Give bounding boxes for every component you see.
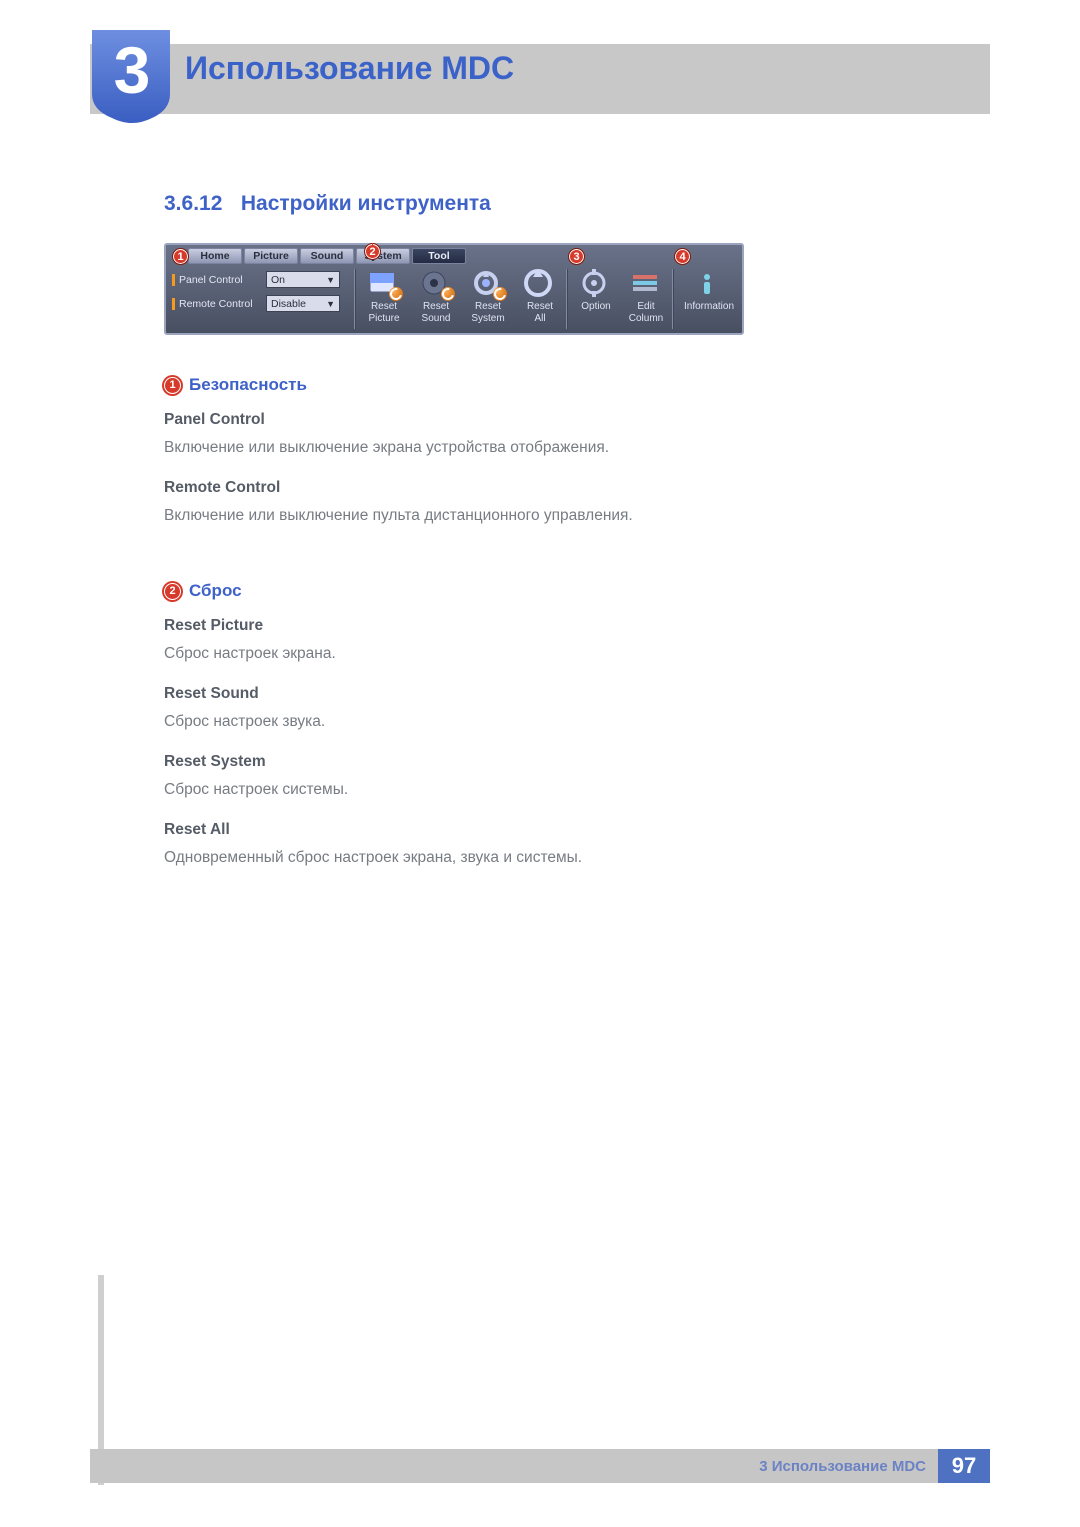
panel-control-row: Panel Control On ▼ xyxy=(172,271,340,288)
item-remote-control-desc: Включение или выключение пульта дистанци… xyxy=(164,507,864,525)
caption: Reset xyxy=(527,301,553,312)
edit-column-button[interactable]: EditColumn xyxy=(622,269,670,324)
chevron-down-icon: ▼ xyxy=(326,299,335,309)
information-button[interactable]: Information xyxy=(678,269,740,313)
chevron-down-icon: ▼ xyxy=(326,275,335,285)
section-title: Настройки инструмента xyxy=(241,192,491,215)
tab-tool[interactable]: Tool xyxy=(412,248,466,264)
caption: Reset xyxy=(475,301,501,312)
panel-control-select[interactable]: On ▼ xyxy=(266,271,340,288)
item-reset-sound-title: Reset Sound xyxy=(164,685,864,703)
content: 1 Безопасность Panel Control Включение и… xyxy=(164,375,864,889)
remote-control-row: Remote Control Disable ▼ xyxy=(172,295,340,312)
reset-picture-button[interactable]: ResetPicture xyxy=(360,269,408,324)
reset-sound-icon xyxy=(419,269,453,299)
option-button[interactable]: Option xyxy=(572,269,620,313)
page-title: Использование MDC xyxy=(185,50,514,87)
callout-bullet-1: 1 xyxy=(164,377,181,394)
item-reset-picture-title: Reset Picture xyxy=(164,617,864,635)
page: 3 Использование MDC 3.6.12 Настройки инс… xyxy=(0,0,1080,1527)
caption: Reset xyxy=(371,301,397,312)
caption: Option xyxy=(581,301,610,312)
tab-home[interactable]: Home xyxy=(188,248,242,264)
callout-4: 4 xyxy=(674,248,691,265)
group-reset-heading: 2 Сброс xyxy=(164,581,864,601)
item-reset-all-title: Reset All xyxy=(164,821,864,839)
item-remote-control-title: Remote Control xyxy=(164,479,864,497)
item-reset-picture-desc: Сброс настроек экрана. xyxy=(164,645,864,663)
item-panel-control-desc: Включение или выключение экрана устройст… xyxy=(164,439,864,457)
reset-picture-icon xyxy=(367,269,401,299)
mdc-tool-panel: Home Picture Sound System Tool Panel Con… xyxy=(164,243,744,335)
tab-sound[interactable]: Sound xyxy=(300,248,354,264)
reset-sound-button[interactable]: ResetSound xyxy=(412,269,460,324)
tab-picture[interactable]: Picture xyxy=(244,248,298,264)
reset-system-button[interactable]: ResetSystem xyxy=(464,269,512,324)
reset-system-icon xyxy=(471,269,505,299)
caption: System xyxy=(471,313,504,324)
item-reset-system-desc: Сброс настроек системы. xyxy=(164,781,864,799)
caption: Information xyxy=(684,301,734,312)
edit-column-icon xyxy=(629,269,663,299)
group-title: Сброс xyxy=(189,581,242,601)
caption: Column xyxy=(629,313,663,324)
chapter-tab: 3 xyxy=(92,30,170,126)
footer-page-number: 97 xyxy=(938,1449,990,1483)
remote-control-label: Remote Control xyxy=(172,298,260,310)
panel-control-label: Panel Control xyxy=(172,274,260,286)
reset-all-button[interactable]: ResetAll xyxy=(516,269,564,324)
information-icon xyxy=(692,269,726,299)
caption: Reset xyxy=(423,301,449,312)
footer-text: 3 Использование MDC xyxy=(759,1458,926,1475)
item-panel-control-title: Panel Control xyxy=(164,411,864,429)
callout-bullet-2: 2 xyxy=(164,583,181,600)
section-heading: 3.6.12 Настройки инструмента xyxy=(164,192,491,216)
group-title: Безопасность xyxy=(189,375,307,395)
caption: All xyxy=(534,313,545,324)
section-number: 3.6.12 xyxy=(164,192,222,215)
remote-control-select[interactable]: Disable ▼ xyxy=(266,295,340,312)
chapter-number: 3 xyxy=(92,32,170,108)
remote-control-value: Disable xyxy=(271,298,306,310)
item-reset-sound-desc: Сброс настроек звука. xyxy=(164,713,864,731)
item-reset-all-desc: Одновременный сброс настроек экрана, зву… xyxy=(164,849,864,867)
callout-1: 1 xyxy=(172,248,189,265)
panel-control-value: On xyxy=(271,274,285,286)
caption: Edit xyxy=(637,301,654,312)
caption: Picture xyxy=(368,313,399,324)
callout-3: 3 xyxy=(568,248,585,265)
item-reset-system-title: Reset System xyxy=(164,753,864,771)
option-icon xyxy=(579,269,613,299)
group-security-heading: 1 Безопасность xyxy=(164,375,864,395)
tool-tabs: Home Picture Sound System Tool xyxy=(188,248,466,264)
caption: Sound xyxy=(422,313,451,324)
footer: 3 Использование MDC 97 xyxy=(90,1449,990,1483)
reset-all-icon xyxy=(523,269,557,299)
